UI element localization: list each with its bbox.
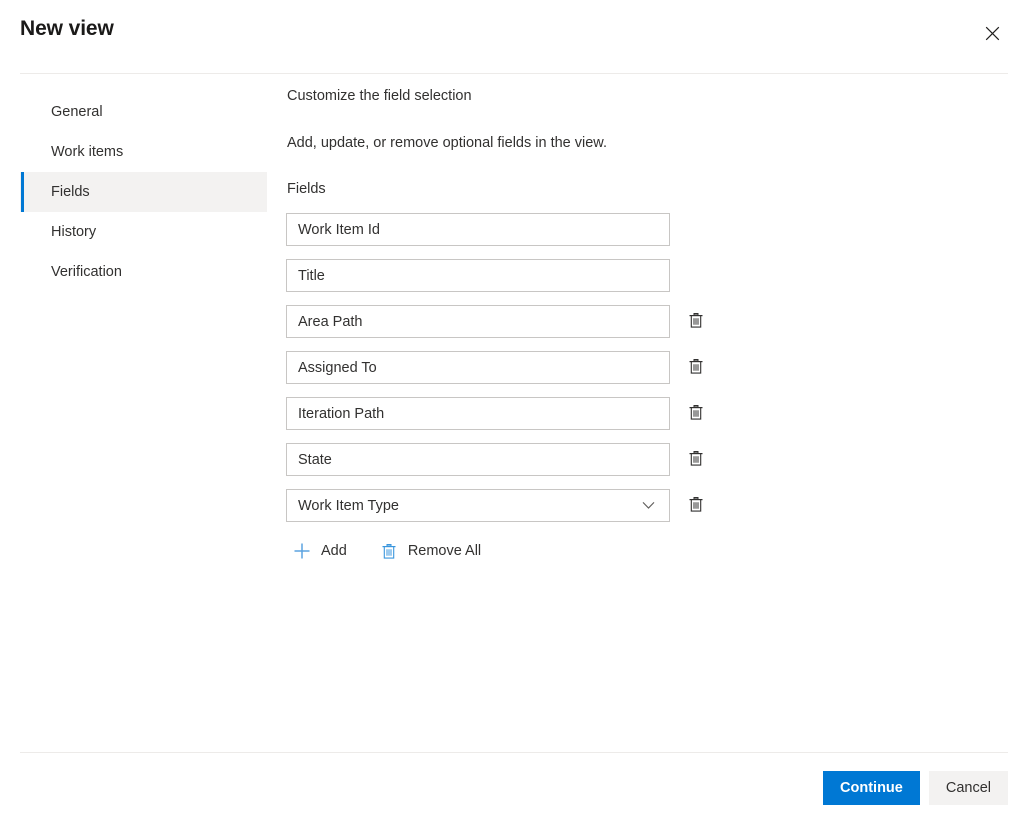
field-input-iteration-path[interactable]: Iteration Path [286,397,670,430]
header-divider [20,73,1008,74]
field-input-state[interactable]: State [286,443,670,476]
trash-icon [688,450,704,470]
field-row: Work Item Type [286,489,756,522]
field-input-area-path[interactable]: Area Path [286,305,670,338]
field-input-title[interactable]: Title [286,259,670,292]
plus-icon [292,541,312,561]
trash-icon [688,496,704,516]
field-value: Work Item Type [298,498,640,514]
trash-icon [379,541,399,561]
remove-all-fields-label: Remove All [408,544,481,559]
trash-icon [688,358,704,378]
delete-field-button[interactable] [682,400,710,428]
page-title: New view [20,17,114,41]
add-field-button[interactable]: Add [287,535,357,567]
delete-field-button[interactable] [682,446,710,474]
delete-field-button[interactable] [682,354,710,382]
field-dropdown-work-item-type[interactable]: Work Item Type [286,489,670,522]
sidebar-item-label: Fields [51,184,90,200]
add-field-label: Add [321,544,347,559]
field-row: Assigned To [286,351,756,384]
field-row: Iteration Path [286,397,756,430]
trash-icon [688,312,704,332]
field-value: Title [298,268,658,284]
field-row: Area Path [286,305,756,338]
field-value: Assigned To [298,360,658,376]
dialog-footer: Continue Cancel [823,771,1008,805]
sidebar-item-label: Verification [51,264,122,280]
close-icon [985,26,1000,41]
chevron-down-icon [640,498,656,514]
sidebar-item-general[interactable]: General [20,92,267,132]
field-row: Work Item Id [286,213,756,246]
sidebar: General Work items Fields History Verifi… [20,92,267,292]
cancel-button[interactable]: Cancel [929,771,1008,805]
footer-divider [20,752,1008,753]
field-row: State [286,443,756,476]
continue-button[interactable]: Continue [823,771,920,805]
delete-field-button[interactable] [682,308,710,336]
sidebar-item-label: General [51,104,103,120]
field-value: State [298,452,658,468]
close-button[interactable] [976,17,1008,49]
delete-field-button[interactable] [682,492,710,520]
main-content: Customize the field selection Add, updat… [286,86,756,567]
content-heading: Customize the field selection [287,86,756,106]
remove-all-fields-button[interactable]: Remove All [374,535,491,567]
trash-icon [688,404,704,424]
sidebar-item-label: Work items [51,144,123,160]
dialog-header: New view [0,0,1028,73]
field-value: Work Item Id [298,222,658,238]
sidebar-item-history[interactable]: History [20,212,267,252]
field-value: Area Path [298,314,658,330]
fields-section-label: Fields [287,179,756,199]
sidebar-item-fields[interactable]: Fields [20,172,267,212]
sidebar-item-work-items[interactable]: Work items [20,132,267,172]
field-row: Title [286,259,756,292]
sidebar-item-label: History [51,224,96,240]
content-subheading: Add, update, or remove optional fields i… [287,133,756,153]
field-input-work-item-id[interactable]: Work Item Id [286,213,670,246]
field-input-assigned-to[interactable]: Assigned To [286,351,670,384]
fields-command-bar: Add Remove All [287,535,756,567]
field-value: Iteration Path [298,406,658,422]
fields-list: Work Item Id Title [286,213,756,522]
sidebar-item-verification[interactable]: Verification [20,252,267,292]
